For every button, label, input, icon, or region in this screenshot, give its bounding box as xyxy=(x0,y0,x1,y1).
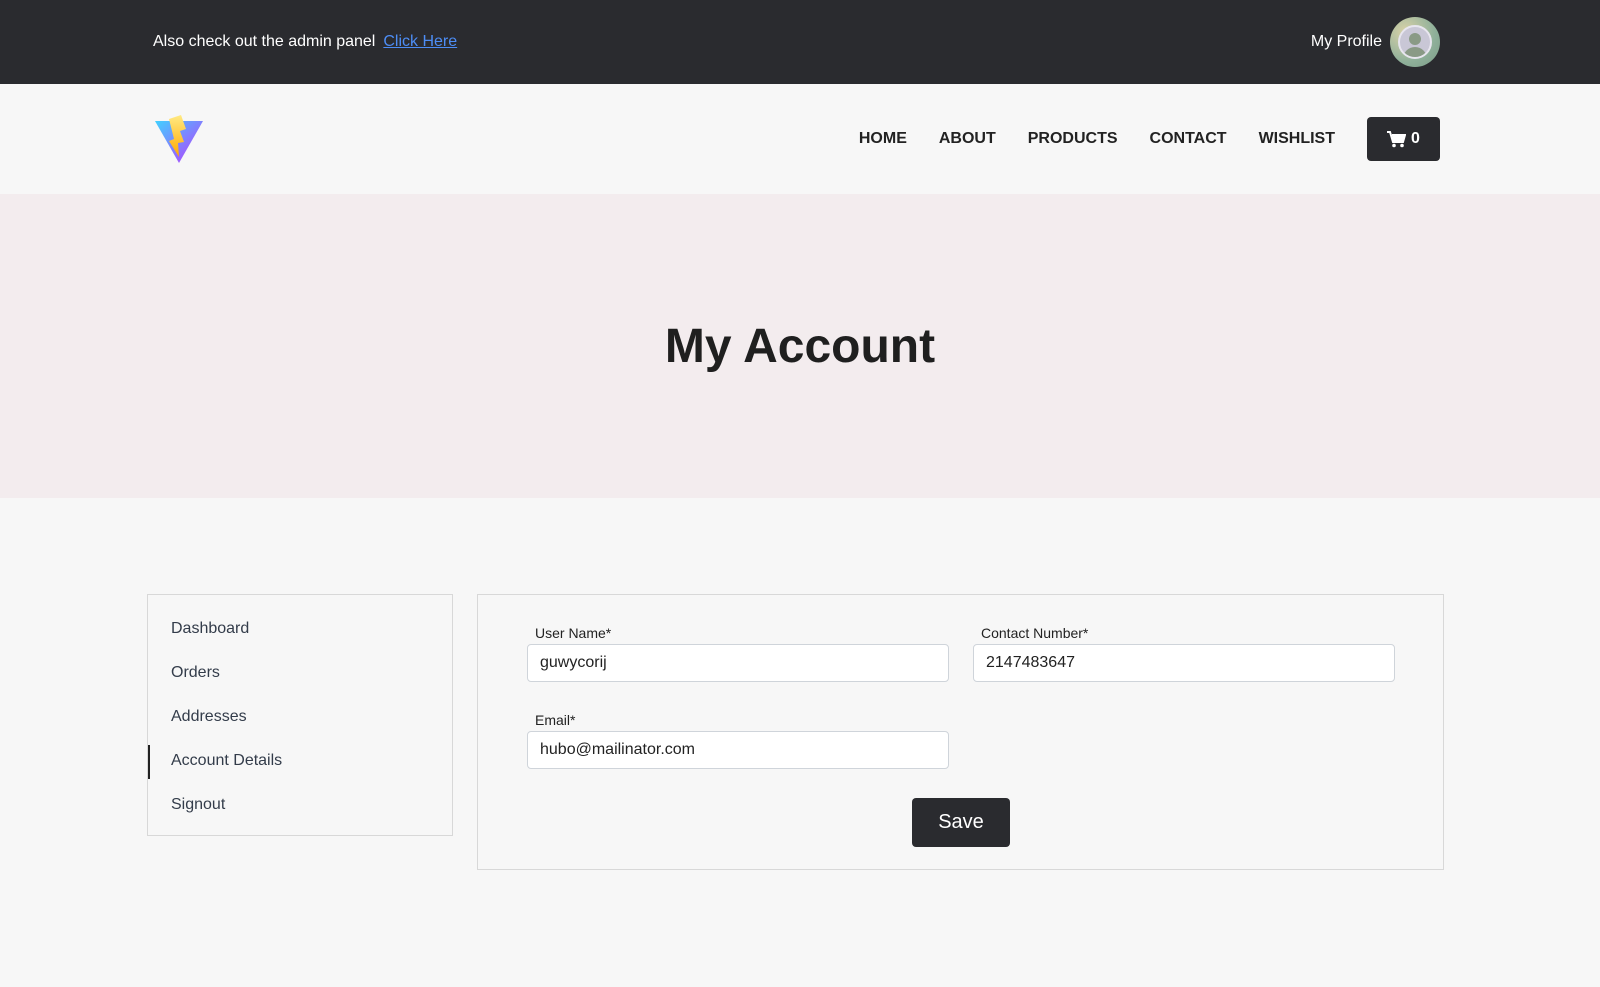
avatar-icon[interactable] xyxy=(1390,17,1440,67)
sidebar-item-account-details[interactable]: Account Details xyxy=(148,739,452,783)
page-hero: My Account xyxy=(0,194,1600,498)
admin-notice-text: Also check out the admin panel xyxy=(153,33,376,50)
sidebar-item-dashboard[interactable]: Dashboard xyxy=(148,607,452,651)
nav-products[interactable]: PRODUCTS xyxy=(1028,130,1118,148)
nav-menu: HOME ABOUT PRODUCTS CONTACT WISHLIST 0 xyxy=(827,117,1440,161)
account-sidebar: Dashboard Orders Addresses Account Detai… xyxy=(147,594,453,836)
profile-area[interactable]: My Profile xyxy=(1311,17,1440,67)
contact-number-input[interactable] xyxy=(973,644,1395,682)
nav-home[interactable]: HOME xyxy=(859,130,907,148)
email-input[interactable] xyxy=(527,731,949,769)
contact-number-label: Contact Number* xyxy=(981,625,1089,641)
vite-logo-icon[interactable] xyxy=(153,113,205,165)
nav-contact[interactable]: CONTACT xyxy=(1150,130,1227,148)
admin-panel-link[interactable]: Click Here xyxy=(383,33,457,51)
nav-wishlist[interactable]: WISHLIST xyxy=(1259,130,1335,148)
email-field: Email* xyxy=(527,712,949,769)
nav-about[interactable]: ABOUT xyxy=(939,130,996,148)
username-label: User Name* xyxy=(535,625,612,641)
page-title: My Account xyxy=(664,319,936,373)
cart-count: 0 xyxy=(1411,130,1420,147)
top-bar: Also check out the admin panel Click Her… xyxy=(0,0,1600,84)
save-button[interactable]: Save xyxy=(912,798,1010,847)
cart-button[interactable]: 0 xyxy=(1367,117,1440,161)
sidebar-item-signout[interactable]: Signout xyxy=(148,783,452,827)
sidebar-item-orders[interactable]: Orders xyxy=(148,651,452,695)
account-content: Dashboard Orders Addresses Account Detai… xyxy=(0,498,1600,987)
username-field: User Name* xyxy=(527,625,949,682)
my-profile-label[interactable]: My Profile xyxy=(1311,33,1382,51)
admin-notice: Also check out the admin panel Click Her… xyxy=(153,33,457,51)
account-details-form: User Name* Contact Number* Email* Save xyxy=(477,594,1444,870)
contact-number-field: Contact Number* xyxy=(973,625,1395,682)
main-navbar: HOME ABOUT PRODUCTS CONTACT WISHLIST 0 xyxy=(0,84,1600,194)
username-input[interactable] xyxy=(527,644,949,682)
sidebar-item-addresses[interactable]: Addresses xyxy=(148,695,452,739)
email-label: Email* xyxy=(535,712,576,728)
cart-icon xyxy=(1387,130,1407,147)
